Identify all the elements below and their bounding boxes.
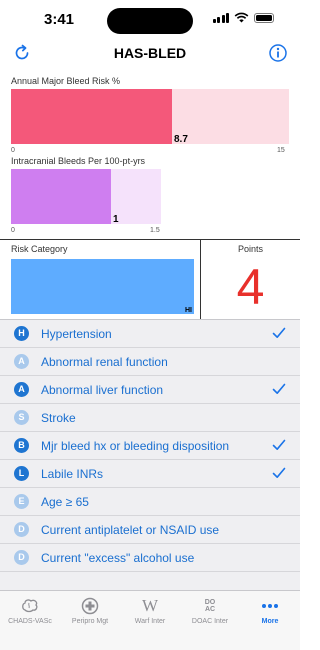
cellular-signal-icon — [212, 12, 229, 23]
annual-bleed-risk-label: Annual Major Bleed Risk % — [11, 76, 121, 86]
tab-peripro-mgt[interactable]: Peripro Mgt — [60, 597, 120, 625]
dynamic-island — [107, 8, 193, 34]
letter-badge-icon: H — [14, 326, 29, 341]
list-item-label: Abnormal liver function — [41, 383, 164, 397]
checkmark-icon — [272, 327, 286, 338]
list-item-label: Abnormal renal function — [41, 355, 168, 369]
doac-icon: DO AC — [204, 599, 216, 613]
status-time: 3:41 — [44, 11, 75, 28]
tab-label: More — [261, 618, 279, 625]
letter-badge-icon: A — [14, 354, 29, 369]
tab-label: Peripro Mgt — [71, 618, 109, 625]
list-item[interactable]: L Labile INRs — [0, 460, 300, 488]
points-label: Points — [237, 244, 263, 254]
tab-warf-inter[interactable]: W Warf Inter — [120, 596, 180, 626]
intracranial-bleeds-label: Intracranial Bleeds Per 100-pt-yrs — [11, 156, 146, 166]
ich-max-tick: 1.5 — [150, 227, 160, 234]
ich-min-tick: 0 — [11, 227, 15, 234]
intracranial-bleeds-bar: 1 — [11, 169, 161, 225]
checkmark-icon — [272, 383, 286, 394]
battery-icon — [254, 12, 274, 23]
list-item-label: Age ≥ 65 — [41, 495, 89, 509]
tab-bar: CHADS-VASc Peripro Mgt W Warf Inter DO AC DOAC… — [0, 590, 300, 650]
list-item[interactable]: H Hypertension — [0, 320, 300, 348]
list-item-label: Current antiplatelet or NSAID use — [41, 523, 220, 537]
criteria-list: H Hypertension A Abnormal renal function A Ab… — [0, 319, 300, 590]
list-item[interactable]: D Current antiplatelet or NSAID use — [0, 516, 300, 544]
list-item[interactable]: A Abnormal liver function — [0, 376, 300, 404]
list-item-label: Current "excess" alcohol use — [41, 551, 195, 565]
intracranial-bleeds-value: 1 — [113, 214, 119, 225]
tab-more[interactable]: More — [240, 597, 300, 625]
wifi-icon — [234, 12, 249, 23]
risk-category-bar: HI — [11, 259, 194, 314]
tab-label: CHADS-VASc — [8, 618, 52, 625]
annual-max-tick: 15 — [277, 147, 285, 154]
letter-badge-icon: B — [14, 438, 29, 453]
annual-bleed-risk-value: 8.7 — [174, 134, 188, 145]
list-item-label: Labile INRs — [41, 467, 104, 481]
plus-circle-icon — [60, 597, 120, 615]
letter-badge-icon: A — [14, 382, 29, 397]
list-item-label: Stroke — [41, 411, 76, 425]
list-item[interactable]: A Abnormal renal function — [0, 348, 300, 376]
page-title: HAS-BLED — [113, 45, 187, 61]
list-item[interactable]: E Age ≥ 65 — [0, 488, 300, 516]
tab-label: Warf Inter — [134, 618, 166, 625]
intracranial-bleeds-fill — [11, 169, 111, 224]
annual-min-tick: 0 — [11, 147, 15, 154]
list-item[interactable]: D Current "excess" alcohol use — [0, 544, 300, 572]
status-bar: 3:41 — [0, 0, 300, 40]
tab-label: DOAC Inter — [191, 618, 229, 625]
letter-badge-icon: D — [14, 550, 29, 565]
checkmark-icon — [272, 467, 286, 478]
annual-bleed-risk-bar: 8.7 — [11, 89, 289, 145]
letter-badge-icon: L — [14, 466, 29, 481]
letter-badge-icon: S — [14, 410, 29, 425]
list-item[interactable]: B Mjr bleed hx or bleeding disposition — [0, 432, 300, 460]
tab-chads-vasc[interactable]: CHADS-VASc — [0, 597, 60, 625]
more-dots-icon — [240, 597, 300, 615]
letter-badge-icon: D — [14, 522, 29, 537]
status-icons — [212, 12, 274, 23]
risk-summary: Risk Category HI Points 4 — [0, 239, 300, 320]
brain-icon — [0, 597, 60, 615]
risk-category-value: HI — [185, 307, 192, 314]
w-letter-icon: W — [141, 596, 159, 615]
risk-category-label: Risk Category — [11, 244, 68, 254]
info-icon[interactable] — [268, 43, 288, 63]
annual-bleed-risk-fill — [11, 89, 172, 144]
list-item-label: Hypertension — [41, 327, 112, 341]
checkmark-icon — [272, 439, 286, 450]
tab-doac-inter[interactable]: DO AC DOAC Inter — [180, 597, 240, 625]
letter-badge-icon: E — [14, 494, 29, 509]
list-item[interactable]: S Stroke — [0, 404, 300, 432]
points-value: 4 — [236, 259, 265, 315]
nav-bar: HAS-BLED — [0, 40, 300, 66]
list-item-label: Mjr bleed hx or bleeding disposition — [41, 439, 230, 453]
